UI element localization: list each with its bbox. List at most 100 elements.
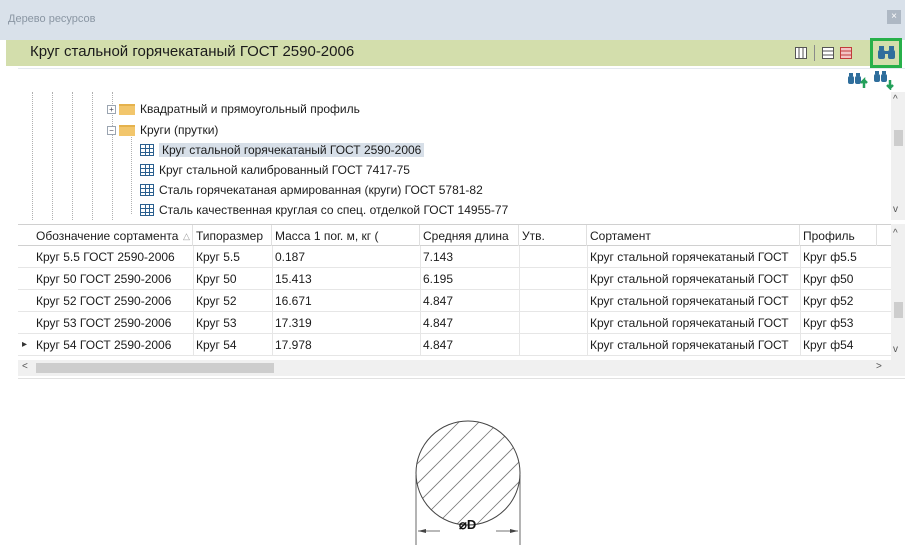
cell-mass: 15.413 — [275, 272, 312, 286]
cell-mass: 17.319 — [275, 316, 312, 330]
tree-item-square-profile[interactable]: + Квадратный и прямоугольный профиль — [107, 100, 360, 118]
column-header-designation[interactable]: Обозначение сортамента △ — [18, 225, 193, 246]
red-table-view-icon[interactable] — [840, 47, 852, 59]
tree-item-label: Круг стальной горячекатаный ГОСТ 2590-20… — [159, 143, 425, 157]
find-previous-icon[interactable] — [848, 70, 870, 90]
cell-size: Круг 53 — [196, 316, 237, 330]
cell-assortment: Круг стальной горячекатаный ГОСТ — [590, 272, 789, 286]
cell-size: Круг 54 — [196, 338, 237, 352]
scroll-right-arrow[interactable]: > — [876, 361, 882, 372]
cell-mass: 17.978 — [275, 338, 312, 352]
column-header-mass[interactable]: Масса 1 пог. м, кг ( — [272, 225, 420, 246]
cell-length: 6.195 — [423, 272, 454, 286]
table-header: Обозначение сортамента △ Типоразмер Масс… — [18, 224, 891, 246]
find-next-icon[interactable] — [874, 70, 896, 90]
assortment-table: Обозначение сортамента △ Типоразмер Масс… — [18, 224, 891, 360]
titlebar: Дерево ресурсов × — [0, 0, 905, 40]
table-row[interactable]: Круг 50 ГОСТ 2590-2006 Круг 50 15.413 6.… — [18, 268, 891, 290]
tree-guide-line — [32, 92, 33, 220]
cell-profile: Круг ф53 — [803, 316, 854, 330]
cell-length: 4.847 — [423, 294, 454, 308]
column-header-length[interactable]: Средняя длина — [420, 225, 519, 246]
tree-guide-line — [131, 130, 132, 214]
tree-item-label: Сталь качественная круглая со спец. отде… — [159, 203, 509, 217]
resource-tree-panel: Дерево ресурсов × Круг стальной горячека… — [0, 0, 905, 545]
scroll-down-arrow[interactable]: v — [893, 344, 898, 355]
scroll-down-arrow[interactable]: v — [893, 204, 898, 215]
cell-profile: Круг ф50 — [803, 272, 854, 286]
cell-length: 7.143 — [423, 250, 454, 264]
cell-mass: 16.671 — [275, 294, 312, 308]
cell-mass: 0.187 — [275, 250, 306, 264]
table-icon — [140, 144, 154, 156]
table-icon — [140, 184, 154, 196]
folder-icon — [119, 103, 135, 115]
table-row[interactable]: Круг 53 ГОСТ 2590-2006 Круг 53 17.319 4.… — [18, 312, 891, 334]
table-horizontal-scrollbar[interactable]: < > — [18, 360, 905, 376]
table-icon — [140, 164, 154, 176]
window-title: Дерево ресурсов — [8, 13, 96, 25]
tree-guide-line — [72, 92, 73, 220]
tree-item-label: Квадратный и прямоугольный профиль — [140, 102, 360, 116]
tree-guide-line — [52, 92, 53, 220]
close-icon[interactable]: × — [887, 10, 901, 24]
cell-designation: Круг 54 ГОСТ 2590-2006 — [36, 338, 172, 352]
tree-item-gost-5781[interactable]: Сталь горячекатаная армированная (круги)… — [140, 181, 483, 199]
search-row[interactable] — [18, 68, 905, 92]
cell-assortment: Круг стальной горячекатаный ГОСТ — [590, 338, 789, 352]
tree-item-gost-2590[interactable]: Круг стальной горячекатаный ГОСТ 2590-20… — [140, 141, 425, 159]
header-title: Круг стальной горячекатаный ГОСТ 2590-20… — [30, 43, 355, 60]
cell-assortment: Круг стальной горячекатаный ГОСТ — [590, 316, 789, 330]
cell-designation: Круг 53 ГОСТ 2590-2006 — [36, 316, 172, 330]
tree-item-label: Сталь горячекатаная армированная (круги)… — [159, 183, 483, 197]
profile-preview: ⌀D — [18, 378, 905, 545]
cell-size: Круг 50 — [196, 272, 237, 286]
folder-open-icon — [119, 124, 135, 136]
column-header-assortment[interactable]: Сортамент — [587, 225, 800, 246]
cell-size: Круг 52 — [196, 294, 237, 308]
cell-profile: Круг ф52 — [803, 294, 854, 308]
resource-tree: + Квадратный и прямоугольный профиль − К… — [18, 92, 891, 220]
tree-item-gost-14955[interactable]: Сталь качественная круглая со спец. отде… — [140, 201, 508, 219]
collapse-icon[interactable]: − — [107, 125, 116, 135]
scroll-thumb[interactable] — [894, 130, 903, 146]
table-icon — [140, 204, 154, 216]
scroll-left-arrow[interactable]: < — [22, 361, 28, 372]
columns-view-icon[interactable] — [795, 47, 807, 59]
cell-assortment: Круг стальной горячекатаный ГОСТ — [590, 294, 789, 308]
cell-length: 4.847 — [423, 316, 454, 330]
tree-guide-line — [92, 92, 93, 220]
tree-item-label: Круги (прутки) — [140, 123, 219, 137]
header-bar: Круг стальной горячекатаный ГОСТ 2590-20… — [6, 40, 901, 66]
cell-profile: Круг ф54 — [803, 338, 854, 352]
diameter-label: ⌀D — [459, 517, 477, 532]
column-header-profile[interactable]: Профиль — [800, 225, 877, 246]
tree-vertical-scrollbar[interactable]: ^ v — [891, 92, 905, 220]
scroll-up-arrow[interactable]: ^ — [893, 94, 898, 105]
table-row[interactable]: Круг 5.5 ГОСТ 2590-2006 Круг 5.5 0.187 7… — [18, 246, 891, 268]
cell-length: 4.847 — [423, 338, 454, 352]
binoculars-find-icon — [878, 46, 895, 59]
cell-designation: Круг 50 ГОСТ 2590-2006 — [36, 272, 172, 286]
cell-designation: Круг 52 ГОСТ 2590-2006 — [36, 294, 172, 308]
cell-designation: Круг 5.5 ГОСТ 2590-2006 — [36, 250, 175, 264]
find-button[interactable] — [870, 38, 902, 68]
scroll-up-arrow[interactable]: ^ — [893, 228, 898, 239]
sort-icon: △ — [183, 231, 190, 241]
scroll-thumb[interactable] — [894, 302, 903, 318]
table-view-icon[interactable] — [822, 47, 834, 59]
column-header-label: Обозначение сортамента — [36, 229, 179, 243]
tree-item-round-bars[interactable]: − Круги (прутки) — [107, 121, 218, 139]
scroll-thumb[interactable] — [36, 363, 274, 373]
table-row-current[interactable]: ▸ Круг 54 ГОСТ 2590-2006 Круг 54 17.978 … — [18, 334, 891, 356]
tree-item-gost-7417[interactable]: Круг стальной калиброванный ГОСТ 7417-75 — [140, 161, 410, 179]
column-header-approved[interactable]: Утв. — [519, 225, 587, 246]
table-vertical-scrollbar[interactable]: ^ v — [891, 224, 905, 360]
cell-assortment: Круг стальной горячекатаный ГОСТ — [590, 250, 789, 264]
table-row[interactable]: Круг 52 ГОСТ 2590-2006 Круг 52 16.671 4.… — [18, 290, 891, 312]
cell-size: Круг 5.5 — [196, 250, 240, 264]
tree-item-label: Круг стальной калиброванный ГОСТ 7417-75 — [159, 163, 410, 177]
toolbar-divider — [814, 45, 815, 61]
expand-icon[interactable]: + — [107, 104, 116, 114]
column-header-size[interactable]: Типоразмер — [193, 225, 272, 246]
